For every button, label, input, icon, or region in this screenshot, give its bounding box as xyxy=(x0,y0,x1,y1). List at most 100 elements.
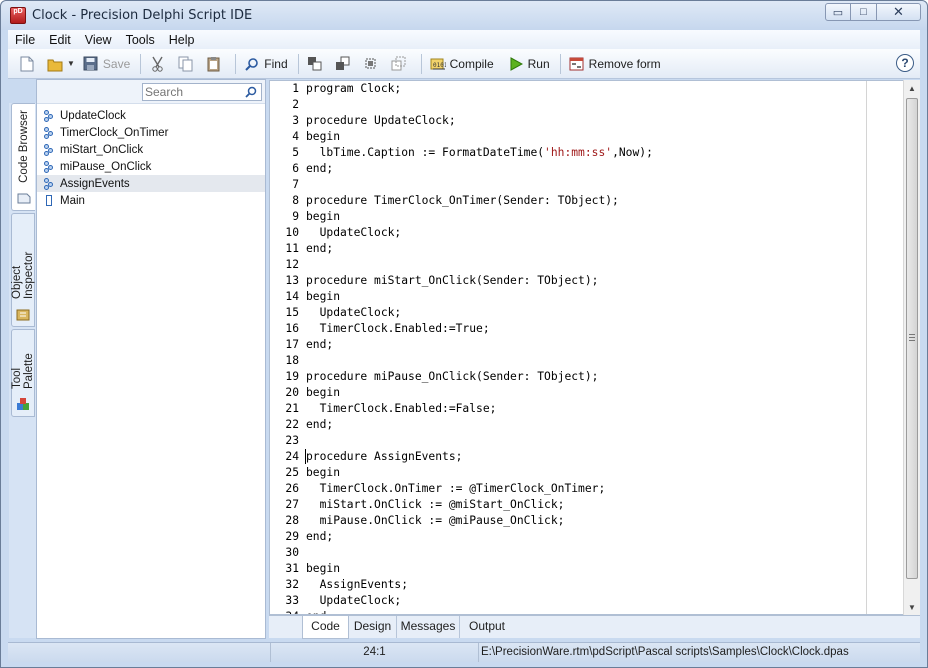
code-line[interactable]: miPause.OnClick := @miPause_OnClick; xyxy=(306,513,864,529)
tree-item-label: AssignEvents xyxy=(60,177,130,190)
tree-item-mistart-onclick[interactable]: miStart_OnClick xyxy=(37,141,265,158)
search-box[interactable] xyxy=(142,83,262,101)
run-button[interactable]: Run xyxy=(505,53,553,75)
search-icon[interactable] xyxy=(245,86,257,98)
menu-edit[interactable]: Edit xyxy=(42,33,78,47)
code-line[interactable]: end; xyxy=(306,161,864,177)
procedure-icon xyxy=(44,126,55,139)
code-line[interactable]: begin xyxy=(306,209,864,225)
code-line[interactable]: UpdateClock; xyxy=(306,305,864,321)
tab-tool-palette[interactable]: Tool Palette xyxy=(11,329,35,417)
cut-button[interactable] xyxy=(146,53,172,75)
code-line[interactable]: program Clock; xyxy=(306,81,864,97)
line-number: 16 xyxy=(285,322,299,335)
send-to-back-button[interactable] xyxy=(332,53,358,75)
size-button[interactable] xyxy=(388,53,414,75)
code-browser-panel: UpdateClock TimerClock_OnTimer miStart_O… xyxy=(36,79,266,639)
align-button[interactable] xyxy=(360,53,386,75)
new-file-button[interactable] xyxy=(16,53,42,75)
scroll-up-arrow-icon[interactable]: ▲ xyxy=(904,80,920,96)
code-line[interactable]: procedure miPause_OnClick(Sender: TObjec… xyxy=(306,369,864,385)
code-line[interactable]: miStart.OnClick := @miStart_OnClick; xyxy=(306,497,864,513)
editor-vertical-scrollbar[interactable]: ▲ ▼ xyxy=(903,80,920,615)
toolbar-separator xyxy=(140,53,142,74)
search-input[interactable] xyxy=(145,85,241,99)
magnifier-icon xyxy=(244,56,260,72)
tree-item-assignevents[interactable]: AssignEvents xyxy=(37,175,265,192)
tab-code-browser[interactable]: Code Browser xyxy=(11,103,35,211)
tree-item-label: UpdateClock xyxy=(60,109,126,122)
line-number: 33 xyxy=(285,594,299,607)
tab-design[interactable]: Design xyxy=(349,616,397,638)
line-number: 30 xyxy=(285,546,299,559)
tab-output[interactable]: Output xyxy=(460,616,514,638)
compile-label: Compile xyxy=(449,56,494,71)
code-line[interactable]: end; xyxy=(306,337,864,353)
code-line[interactable]: begin xyxy=(306,129,864,145)
menu-tools[interactable]: Tools xyxy=(119,33,162,47)
chevron-down-icon[interactable]: ▼ xyxy=(67,59,75,68)
menu-view[interactable]: View xyxy=(78,33,119,47)
code-text-area[interactable]: program Clock; procedure UpdateClock; begi… xyxy=(306,81,864,614)
code-line[interactable]: procedure AssignEvents; xyxy=(306,449,864,465)
help-button[interactable]: ? xyxy=(896,54,914,72)
code-line[interactable]: TimerClock.OnTimer := @TimerClock_OnTime… xyxy=(306,481,864,497)
code-line[interactable]: TimerClock.Enabled:=True; xyxy=(306,321,864,337)
code-line[interactable]: begin xyxy=(306,465,864,481)
remove-form-button[interactable]: Remove form xyxy=(566,53,664,75)
code-line[interactable]: UpdateClock; xyxy=(306,593,864,609)
text-caret xyxy=(305,449,306,464)
code-line[interactable] xyxy=(306,545,864,561)
copy-button[interactable] xyxy=(174,53,200,75)
save-button[interactable]: Save xyxy=(80,53,133,75)
help-icon: ? xyxy=(901,56,909,70)
tree-item-label: miPause_OnClick xyxy=(60,160,152,173)
code-line[interactable] xyxy=(306,177,864,193)
scrollbar-thumb[interactable] xyxy=(906,98,918,579)
close-button[interactable]: ✕ xyxy=(877,3,921,21)
menu-help[interactable]: Help xyxy=(162,33,202,47)
procedure-tree: UpdateClock TimerClock_OnTimer miStart_O… xyxy=(37,107,265,209)
maximize-button[interactable]: □ xyxy=(851,3,877,21)
tab-messages[interactable]: Messages xyxy=(397,616,460,638)
minimize-button[interactable]: ▭ xyxy=(825,3,851,21)
save-label: Save xyxy=(102,56,131,71)
bring-to-front-button[interactable] xyxy=(304,53,330,75)
code-line[interactable]: begin xyxy=(306,385,864,401)
code-line[interactable]: begin xyxy=(306,561,864,577)
code-line[interactable] xyxy=(306,353,864,369)
code-line[interactable]: begin xyxy=(306,289,864,305)
code-line[interactable] xyxy=(306,433,864,449)
tree-item-updateclock[interactable]: UpdateClock xyxy=(37,107,265,124)
compile-button[interactable]: 0101 Compile xyxy=(427,53,497,75)
code-line[interactable]: procedure miStart_OnClick(Sender: TObjec… xyxy=(306,273,864,289)
tab-code[interactable]: Code xyxy=(302,616,349,639)
right-margin-line xyxy=(866,81,867,614)
scroll-down-arrow-icon[interactable]: ▼ xyxy=(904,599,920,615)
code-line[interactable]: procedure UpdateClock; xyxy=(306,113,864,129)
code-line[interactable] xyxy=(306,97,864,113)
code-line[interactable]: end; xyxy=(306,529,864,545)
tree-item-timerclock-ontimer[interactable]: TimerClock_OnTimer xyxy=(37,124,265,141)
code-line[interactable]: end; xyxy=(306,417,864,433)
code-line[interactable]: UpdateClock; xyxy=(306,225,864,241)
code-line[interactable]: AssignEvents; xyxy=(306,577,864,593)
code-line[interactable]: end; xyxy=(306,241,864,257)
tree-item-main[interactable]: Main xyxy=(37,192,265,209)
line-number: 15 xyxy=(285,306,299,319)
tree-item-mipause-onclick[interactable]: miPause_OnClick xyxy=(37,158,265,175)
line-number: 9 xyxy=(292,210,299,223)
line-number: 8 xyxy=(292,194,299,207)
title-bar[interactable]: pD Clock - Precision Delphi Script IDE ▭… xyxy=(1,1,927,30)
code-line[interactable] xyxy=(306,257,864,273)
find-button[interactable]: Find xyxy=(241,53,290,75)
paste-button[interactable] xyxy=(202,53,228,75)
code-line[interactable]: lbTime.Caption := FormatDateTime('hh:mm:… xyxy=(306,145,864,161)
code-line[interactable]: procedure TimerClock_OnTimer(Sender: TOb… xyxy=(306,193,864,209)
app-logo-icon: pD xyxy=(10,7,26,24)
code-editor[interactable]: 1 2 3 4 5 6 7 8 9 10 11 12 13 14 15 16 17 18 19 20 21 22 23 24 2… xyxy=(269,80,920,615)
code-line[interactable]: TimerClock.Enabled:=False; xyxy=(306,401,864,417)
open-file-button[interactable]: ▼ xyxy=(44,53,78,75)
tab-object-inspector[interactable]: Object Inspector xyxy=(11,213,35,327)
menu-file[interactable]: File xyxy=(8,33,42,47)
